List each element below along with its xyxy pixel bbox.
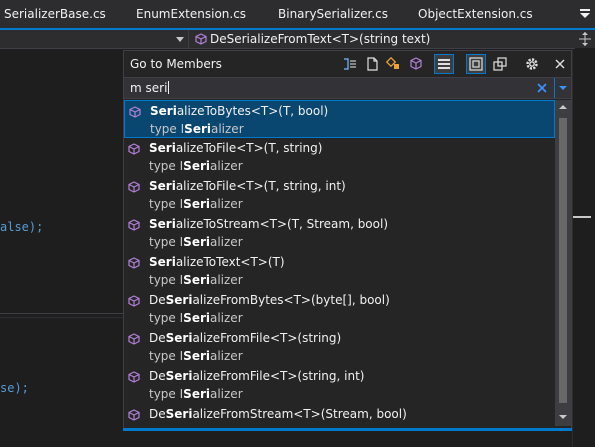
types-filter-button[interactable] xyxy=(384,54,404,74)
result-type-name: type ISerializer xyxy=(149,159,243,173)
result-member-name: SerializeToFile<T>(T, string) xyxy=(149,141,323,155)
result-type-name: type ISerializer xyxy=(150,122,244,136)
navigation-bar: DeSerializeFromText<T>(string text) xyxy=(0,30,575,49)
search-history-dropdown[interactable] xyxy=(554,78,571,98)
current-doc-icon xyxy=(469,57,483,71)
popup-title: Go to Members xyxy=(130,57,222,71)
result-item[interactable]: DeSerializeFromBytes<T>(byte[], bool) typ… xyxy=(124,290,555,328)
result-member-name: SerializeToText<T>(T) xyxy=(149,255,285,269)
result-item[interactable]: SerializeToStream<T>(T, Stream, bool) typ… xyxy=(124,214,555,252)
editor-divider xyxy=(0,313,123,314)
result-type-name: type ISerializer xyxy=(149,387,243,401)
method-cube-icon xyxy=(128,333,140,345)
go-to-members-popup: Go to Members m seri SerializeToBytes<T>… xyxy=(123,50,572,430)
method-cube-icon xyxy=(128,371,140,383)
result-type-name: type ISerializer xyxy=(149,273,243,287)
result-member-name: DeSerializeFromStream<T>(Stream, bool) xyxy=(149,407,407,421)
result-item[interactable]: SerializeToFile<T>(T, string) type ISeria… xyxy=(124,138,555,176)
tab-overflow-menu-icon[interactable] xyxy=(579,7,591,21)
result-item[interactable]: DeSerializeFromStream<T>(Stream, bool) ty… xyxy=(124,404,555,426)
code-line: alse); xyxy=(0,220,44,234)
files-filter-button[interactable] xyxy=(362,54,382,74)
result-item[interactable]: SerializeToText<T>(T) type ISerializer xyxy=(124,252,555,290)
current-document-toggle[interactable] xyxy=(466,54,486,74)
method-cube-icon xyxy=(128,143,140,155)
scroll-up-icon[interactable] xyxy=(559,104,567,110)
results-scrollbar[interactable] xyxy=(555,100,571,426)
tab-serializerbase[interactable]: SerializerBase.cs xyxy=(4,0,106,28)
method-cube-icon xyxy=(128,257,140,269)
method-cube-icon xyxy=(128,295,140,307)
scroll-down-icon[interactable] xyxy=(559,414,567,420)
result-type-name: type ISerializer xyxy=(149,235,243,249)
result-type-name: type ISerializer xyxy=(149,197,243,211)
method-cube-icon xyxy=(129,106,141,118)
members-icon xyxy=(410,57,422,70)
results-list[interactable]: SerializeToBytes<T>(T, bool) type ISerial… xyxy=(124,100,555,426)
popup-header: Go to Members xyxy=(124,51,571,77)
list-view-toggle[interactable] xyxy=(434,54,454,74)
method-cube-icon xyxy=(128,181,140,193)
tab-binaryserializer[interactable]: BinarySerializer.cs xyxy=(278,0,388,28)
result-member-name: DeSerializeFromFile<T>(string) xyxy=(149,331,342,345)
scrollbar-thumb[interactable] xyxy=(559,118,567,403)
close-icon xyxy=(555,59,565,69)
list-view-icon xyxy=(438,59,450,69)
gear-icon xyxy=(526,58,538,70)
method-cube-icon xyxy=(195,33,207,45)
types-icon xyxy=(386,56,399,69)
tab-objectextension[interactable]: ObjectExtension.cs xyxy=(418,0,533,28)
result-member-name: DeSerializeFromFile<T>(string, int) xyxy=(149,369,365,383)
result-item[interactable]: DeSerializeFromFile<T>(string) type ISeri… xyxy=(124,328,555,366)
external-items-toggle[interactable] xyxy=(490,54,510,74)
result-member-name: SerializeToStream<T>(T, Stream, bool) xyxy=(149,217,389,231)
search-query: m seri xyxy=(130,81,170,95)
file-icon xyxy=(367,57,378,71)
search-input[interactable]: m seri xyxy=(124,77,571,99)
scrollbar-position-marker xyxy=(573,216,591,218)
chevron-down-icon[interactable] xyxy=(176,35,184,43)
result-member-name: SerializeToBytes<T>(T, bool) xyxy=(150,104,329,118)
scope-button[interactable] xyxy=(340,54,360,74)
close-popup-button[interactable] xyxy=(550,54,570,74)
document-tab-strip: SerializerBase.cs EnumExtension.cs Binar… xyxy=(0,0,595,28)
current-member-label: DeSerializeFromText<T>(string text) xyxy=(210,32,431,46)
result-item[interactable]: SerializeToBytes<T>(T, bool) type ISerial… xyxy=(124,100,555,138)
result-type-name: type ISerializer xyxy=(149,349,243,363)
result-item[interactable]: DeSerializeFromFile<T>(string, int) type … xyxy=(124,366,555,404)
external-items-icon xyxy=(493,57,507,71)
result-item[interactable]: SerializeToFile<T>(T, string, int) type I… xyxy=(124,176,555,214)
result-type-name: type ISerializer xyxy=(149,423,243,426)
settings-button[interactable] xyxy=(522,54,542,74)
members-filter-button[interactable] xyxy=(406,54,426,74)
clear-search-icon[interactable] xyxy=(535,81,549,95)
popup-bottom-accent xyxy=(123,428,572,431)
code-editor[interactable]: alse); se); xyxy=(0,49,123,447)
method-cube-icon xyxy=(128,409,140,421)
tab-enumextension[interactable]: EnumExtension.cs xyxy=(136,0,246,28)
method-cube-icon xyxy=(128,219,140,231)
result-type-name: type ISerializer xyxy=(149,311,243,325)
split-window-control[interactable] xyxy=(575,30,595,48)
chevron-down-icon xyxy=(559,86,567,90)
code-line: se); xyxy=(0,381,29,395)
editor-vertical-scrollbar[interactable] xyxy=(572,49,595,447)
editor-divider xyxy=(0,317,123,318)
split-icon xyxy=(579,32,591,46)
scope-icon xyxy=(344,58,356,70)
result-member-name: SerializeToFile<T>(T, string, int) xyxy=(149,179,346,193)
result-member-name: DeSerializeFromBytes<T>(byte[], bool) xyxy=(149,293,390,307)
